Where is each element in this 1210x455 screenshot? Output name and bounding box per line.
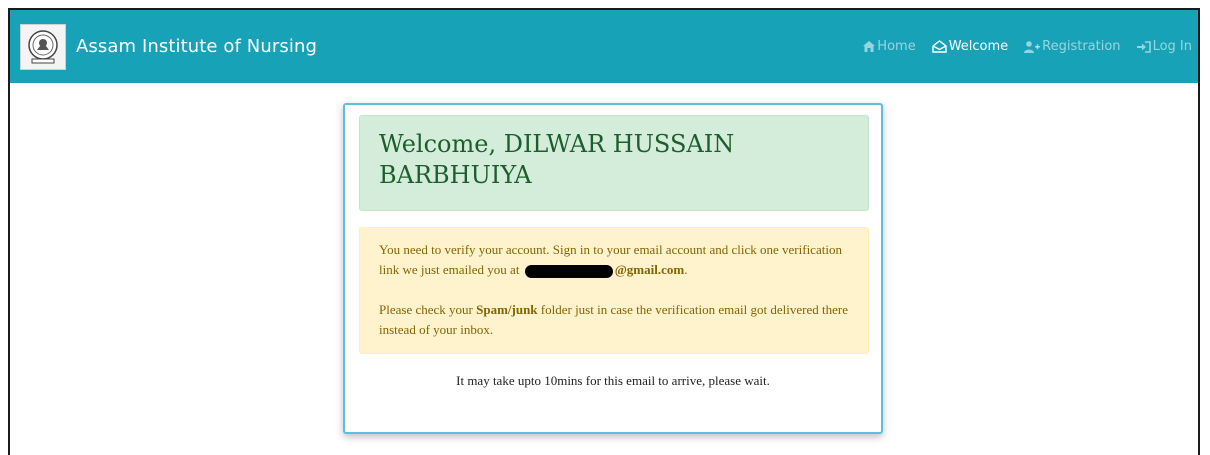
welcome-heading: Welcome, DILWAR HUSSAIN BARBHUIYA: [379, 130, 735, 189]
user-plus-icon: [1024, 40, 1041, 53]
nav-registration-label: Registration: [1042, 39, 1121, 54]
nav-login[interactable]: Log In: [1136, 39, 1192, 54]
brand[interactable]: Assam Institute of Nursing: [20, 23, 317, 70]
navbar: Assam Institute of Nursing Home Welcome: [10, 10, 1198, 83]
verification-text-end: .: [684, 262, 688, 277]
nav-welcome-label: Welcome: [948, 39, 1009, 54]
verification-message: You need to verify your account. Sign in…: [379, 240, 849, 280]
welcome-alert: Welcome, DILWAR HUSSAIN BARBHUIYA: [359, 115, 869, 211]
nav-registration[interactable]: Registration: [1024, 39, 1121, 54]
verification-notice: You need to verify your account. Sign in…: [359, 227, 869, 354]
email-domain: @gmail.com: [614, 262, 685, 277]
nav-home-label: Home: [877, 39, 916, 54]
spam-message: Please check your Spam/junk folder just …: [379, 300, 849, 340]
brand-name: Assam Institute of Nursing: [76, 36, 317, 57]
home-icon: [863, 41, 876, 52]
nav-menu: Home Welcome Registration Log In: [847, 10, 1192, 83]
spam-folder-label: Spam/junk: [476, 302, 538, 317]
nav-home[interactable]: Home: [863, 39, 916, 54]
browser-frame: Assam Institute of Nursing Home Welcome: [8, 8, 1200, 455]
redacted-email: [524, 264, 613, 278]
institute-emblem-icon: [20, 23, 66, 70]
envelope-icon: [931, 40, 947, 53]
nav-login-label: Log In: [1152, 39, 1192, 54]
sign-in-icon: [1136, 40, 1151, 53]
welcome-card: Welcome, DILWAR HUSSAIN BARBHUIYA You ne…: [343, 103, 883, 434]
wait-message: It may take upto 10mins for this email t…: [456, 373, 770, 388]
nav-welcome[interactable]: Welcome: [931, 39, 1009, 54]
spam-text-prefix: Please check your: [379, 302, 473, 317]
